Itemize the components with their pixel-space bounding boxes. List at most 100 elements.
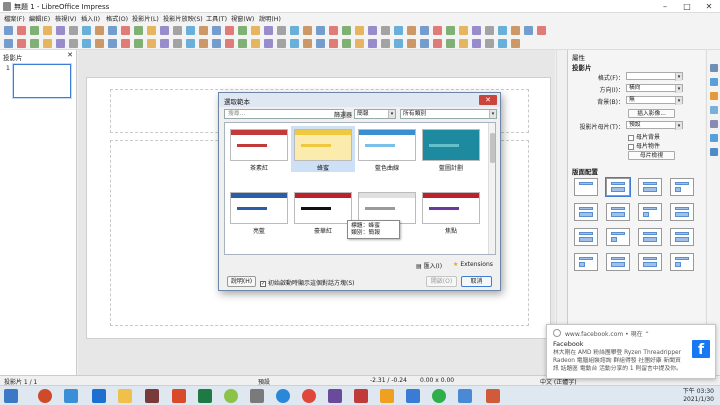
toolbar-icon[interactable]: [82, 39, 91, 48]
app-icon-red[interactable]: [354, 389, 368, 403]
toolbar-icon[interactable]: [69, 26, 78, 35]
toolbar-icon[interactable]: [186, 26, 195, 35]
toolbar-icon[interactable]: [277, 39, 286, 48]
show-on-startup-checkbox[interactable]: ✓ 初始啟動時顯示這個對話方塊(S): [260, 278, 355, 287]
toolbar-icon[interactable]: [459, 39, 468, 48]
close-button[interactable]: ✕: [698, 0, 720, 13]
menu-format[interactable]: 格式(O): [106, 14, 128, 23]
toolbar-icon[interactable]: [56, 26, 65, 35]
toolbar-icon[interactable]: [238, 26, 247, 35]
toolbar-icon[interactable]: [303, 39, 312, 48]
toolbar-icon[interactable]: [251, 26, 260, 35]
start-button[interactable]: [4, 389, 18, 403]
toolbar-icon[interactable]: [433, 26, 442, 35]
menu-slide[interactable]: 投影片(L): [132, 14, 159, 23]
game-app-icon[interactable]: [145, 389, 159, 403]
slide-thumbnail[interactable]: [13, 64, 71, 98]
toolbar-icon[interactable]: [433, 39, 442, 48]
toolbar-icon[interactable]: [485, 26, 494, 35]
master-objects-checkbox[interactable]: 母片物件: [628, 141, 660, 150]
facebook-notification[interactable]: www.facebook.com • 現在 ⌃ Facebook 林大剛在 AM…: [546, 324, 716, 379]
category-select[interactable]: 所有類別 ▾: [400, 109, 497, 119]
toolbar-icon[interactable]: [225, 39, 234, 48]
toolbar-icon[interactable]: [511, 39, 520, 48]
toolbar-icon[interactable]: [355, 39, 364, 48]
master-view-button[interactable]: 母片檢視: [628, 151, 675, 160]
toolbar-icon[interactable]: [147, 26, 156, 35]
app-icon-purple[interactable]: [328, 389, 342, 403]
toolbar-icon[interactable]: [446, 26, 455, 35]
toolbar-icon[interactable]: [121, 26, 130, 35]
template-item[interactable]: 藍色曲線: [355, 126, 419, 172]
file-explorer-icon[interactable]: [118, 389, 132, 403]
toolbar-icon[interactable]: [368, 26, 377, 35]
menu-slideshow[interactable]: 投影片放映(S): [163, 14, 203, 23]
menu-help[interactable]: 說明(H): [259, 14, 281, 23]
help-button[interactable]: 說明(H): [227, 276, 256, 287]
slide-layout-option[interactable]: [670, 178, 694, 196]
slide-layout-option[interactable]: [638, 228, 662, 246]
toolbar-icon[interactable]: [147, 39, 156, 48]
slide-layout-option[interactable]: [606, 253, 630, 271]
toolbar-icon[interactable]: [134, 39, 143, 48]
master-slides-icon[interactable]: [710, 106, 718, 114]
toolbar-icon[interactable]: [4, 39, 13, 48]
toolbar-icon[interactable]: [511, 26, 520, 35]
toolbar-icon[interactable]: [277, 26, 286, 35]
toolbar-icon[interactable]: [303, 26, 312, 35]
maximize-button[interactable]: □: [676, 0, 698, 13]
toolbar-icon[interactable]: [225, 26, 234, 35]
toolbar-icon[interactable]: [394, 39, 403, 48]
toolbar-icon[interactable]: [173, 39, 182, 48]
menu-tools[interactable]: 工具(T): [206, 14, 227, 23]
line-app-icon[interactable]: [432, 389, 446, 403]
toolbar-icon[interactable]: [264, 26, 273, 35]
toolbar-icon[interactable]: [17, 26, 26, 35]
gallery-scrollbar[interactable]: [488, 123, 495, 254]
slide-layout-option[interactable]: [574, 253, 598, 271]
toolbar-icon[interactable]: [342, 26, 351, 35]
slide-pane-close-icon[interactable]: ✕: [67, 51, 73, 59]
toolbar-icon[interactable]: [290, 39, 299, 48]
template-item[interactable]: 茶素紅: [227, 126, 291, 172]
filter-select[interactable]: 簡報 ▾: [354, 109, 396, 119]
slide-layout-option[interactable]: [670, 253, 694, 271]
toolbar-icon[interactable]: [459, 26, 468, 35]
toolbar-icon[interactable]: [212, 26, 221, 35]
format-select[interactable]: ▾: [626, 72, 683, 81]
extensions-button[interactable]: ★ Extensions: [453, 261, 493, 268]
store-app-icon[interactable]: [64, 389, 78, 403]
toolbar-icon[interactable]: [69, 39, 78, 48]
slide-layout-option[interactable]: [606, 228, 630, 246]
app-icon-gray[interactable]: [250, 389, 264, 403]
template-item[interactable]: 蜂蜜: [291, 126, 355, 172]
toolbar-icon[interactable]: [238, 39, 247, 48]
import-button[interactable]: ▤ 匯入(I): [416, 261, 442, 270]
chrome-browser-icon[interactable]: [302, 389, 316, 403]
template-item[interactable]: 亮藍: [227, 189, 291, 235]
toolbar-icon[interactable]: [394, 26, 403, 35]
toolbar-icon[interactable]: [121, 39, 130, 48]
toolbar-icon[interactable]: [56, 39, 65, 48]
toolbar-icon[interactable]: [472, 26, 481, 35]
toolbar-icon[interactable]: [316, 26, 325, 35]
toolbar-icon[interactable]: [316, 39, 325, 48]
app-icon-orange[interactable]: [380, 389, 394, 403]
toolbar-icon[interactable]: [329, 26, 338, 35]
toolbar-icon[interactable]: [420, 26, 429, 35]
toolbar-icon[interactable]: [17, 39, 26, 48]
toolbar-icon[interactable]: [407, 26, 416, 35]
slide-layout-option[interactable]: [638, 203, 662, 221]
template-item[interactable]: 藍圖計劃: [419, 126, 483, 172]
slide-layout-option[interactable]: [638, 178, 662, 196]
toolbar-icon[interactable]: [524, 26, 533, 35]
slide-layout-option[interactable]: [606, 203, 630, 221]
insert-image-button[interactable]: 插入影像...: [628, 109, 675, 118]
toolbar-icon[interactable]: [95, 39, 104, 48]
menu-insert[interactable]: 插入(I): [81, 14, 100, 23]
toolbar-icon[interactable]: [355, 26, 364, 35]
master-background-checkbox[interactable]: 母片背景: [628, 132, 660, 141]
slide-transition-icon[interactable]: [710, 78, 718, 86]
toolbar-icon[interactable]: [212, 39, 221, 48]
template-search-input[interactable]: 搜尋...: [224, 109, 344, 119]
